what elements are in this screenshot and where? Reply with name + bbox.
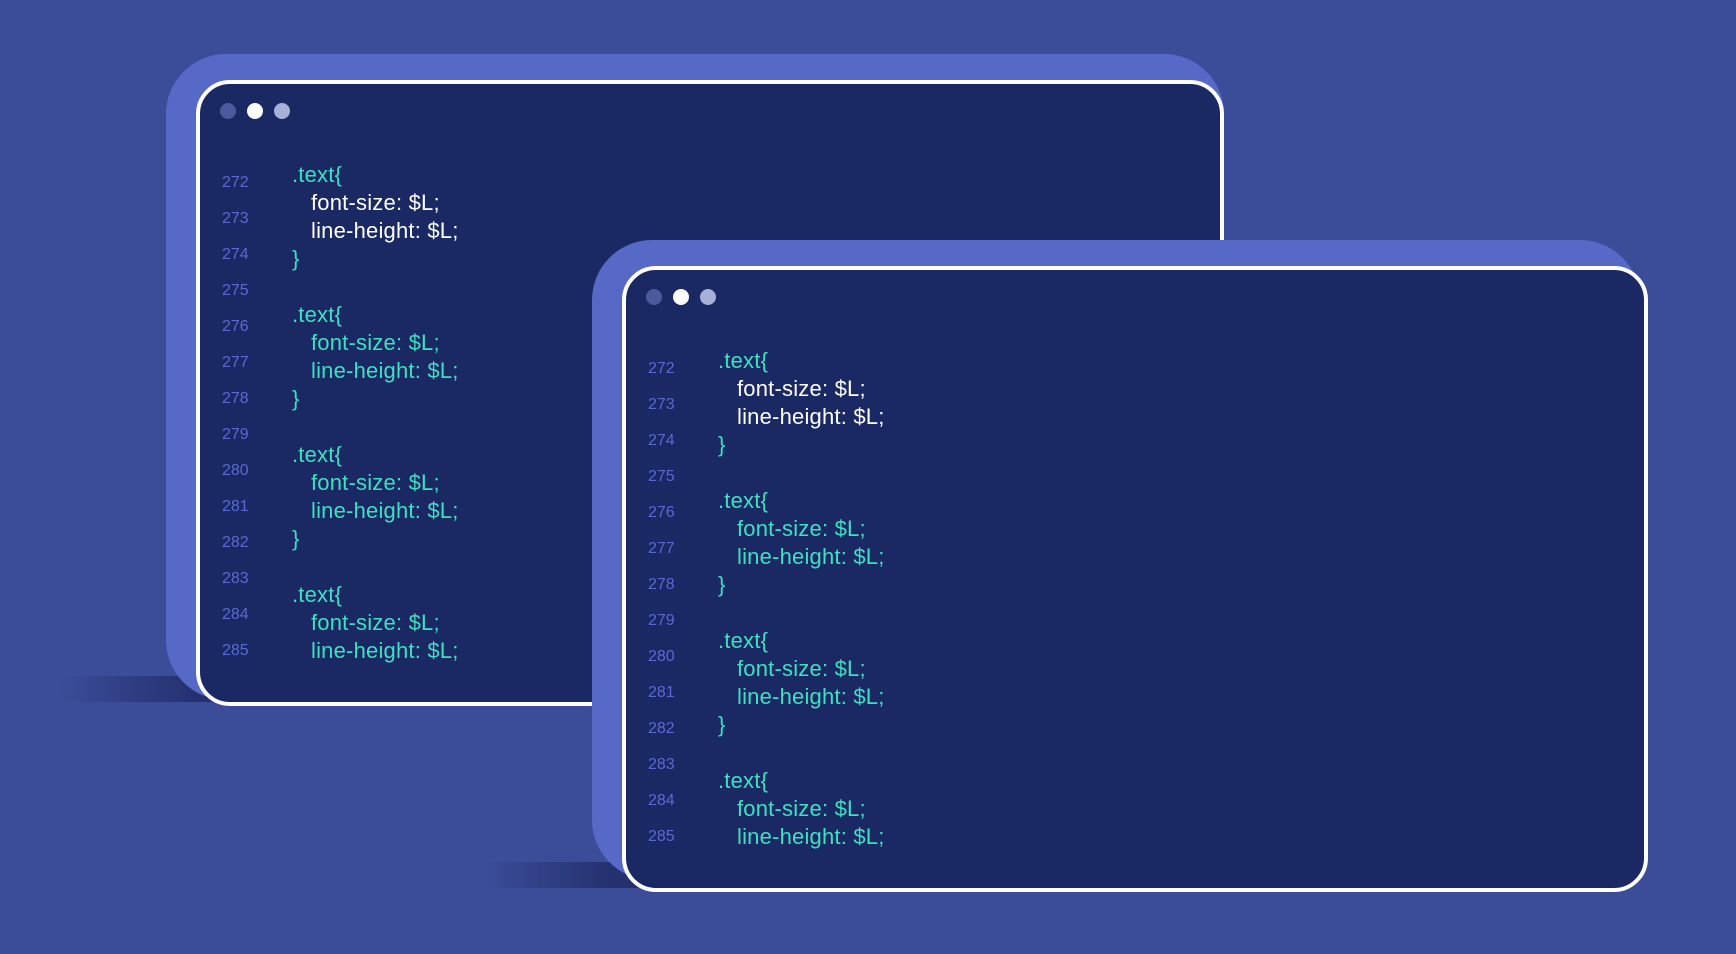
line-number: 285 xyxy=(648,828,675,845)
code-text: font-size: $L; xyxy=(737,796,866,821)
line-number: 283 xyxy=(648,756,675,773)
code-line: .text{ xyxy=(626,488,1644,516)
code-line: line-height: $L; xyxy=(626,684,1644,712)
line-number: 275 xyxy=(648,468,675,485)
window-dot-bright[interactable] xyxy=(673,289,689,305)
code-line: line-height: $L; xyxy=(626,824,1644,852)
code-line: .text{ xyxy=(626,628,1644,656)
code-line: } xyxy=(626,572,1644,600)
code-line: font-size: $L; xyxy=(626,376,1644,404)
line-number: 277 xyxy=(648,540,675,557)
code-text: font-size: $L; xyxy=(737,516,866,541)
code-line: line-height: $L; xyxy=(626,544,1644,572)
code-text: } xyxy=(718,712,726,737)
line-number: 274 xyxy=(648,432,675,449)
window-controls xyxy=(646,289,716,305)
code-text: .text{ xyxy=(718,628,769,653)
code-line: font-size: $L; xyxy=(626,656,1644,684)
code-text: font-size: $L; xyxy=(737,656,866,681)
window-dot-mid[interactable] xyxy=(700,289,716,305)
code-text: line-height: $L; xyxy=(737,544,885,569)
code-line: font-size: $L; xyxy=(626,796,1644,824)
code-line: line-height: $L; xyxy=(626,404,1644,432)
code-line: font-size: $L; xyxy=(626,516,1644,544)
line-number: 278 xyxy=(648,576,675,593)
code-text: line-height: $L; xyxy=(737,684,885,709)
front-window-group: .text{ font-size: $L; line-height: $L;} .te… xyxy=(0,0,1736,954)
code-line: .text{ xyxy=(626,768,1644,796)
line-number: 279 xyxy=(648,612,675,629)
code-line: } xyxy=(626,432,1644,460)
code-text: font-size: $L; xyxy=(737,376,866,401)
code-text: .text{ xyxy=(718,348,769,373)
code-text: } xyxy=(718,572,726,597)
code-text: line-height: $L; xyxy=(737,404,885,429)
line-number: 273 xyxy=(648,396,675,413)
line-number: 272 xyxy=(648,360,675,377)
code-text: line-height: $L; xyxy=(737,824,885,849)
front-code-editor-window: .text{ font-size: $L; line-height: $L;} .te… xyxy=(622,266,1648,892)
line-number: 280 xyxy=(648,648,675,665)
line-number: 276 xyxy=(648,504,675,521)
line-number: 281 xyxy=(648,684,675,701)
line-number: 282 xyxy=(648,720,675,737)
code-text: } xyxy=(718,432,726,457)
window-dot-dim[interactable] xyxy=(646,289,662,305)
illustration-scene: .text{ font-size: $L; line-height: $L;} .te… xyxy=(0,0,1736,954)
code-text: .text{ xyxy=(718,768,769,793)
line-number: 284 xyxy=(648,792,675,809)
code-line: } xyxy=(626,712,1644,740)
code-line: .text{ xyxy=(626,348,1644,376)
code-text: .text{ xyxy=(718,488,769,513)
